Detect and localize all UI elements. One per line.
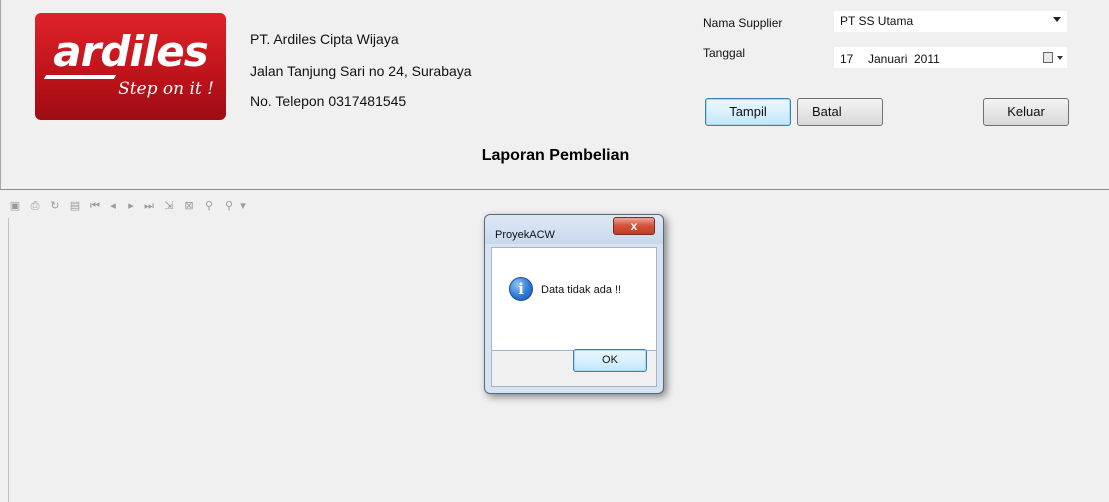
message-dialog: ProyekACW x i Data tidak ada !! OK [484,214,664,394]
zoom-dropdown-icon[interactable]: ▾ [236,199,250,213]
chevron-down-icon[interactable] [1053,17,1061,22]
dialog-title: ProyekACW [495,229,555,241]
logo-brand-text: ardiles [53,27,208,76]
ok-button[interactable]: OK [573,349,647,372]
dialog-message: Data tidak ada !! [541,284,622,296]
logo-swoosh [43,75,117,79]
report-title: Laporan Pembelian [481,147,630,164]
refresh-icon[interactable]: ↻ [48,199,62,213]
tampil-button[interactable]: Tampil [705,98,791,126]
last-page-icon[interactable]: ⏭ [142,199,156,213]
date-day[interactable]: 17 [840,52,853,66]
keluar-button[interactable]: Keluar [983,98,1069,126]
company-phone: No. Telepon 0317481545 [250,93,407,109]
supplier-value: PT SS Utama [840,14,914,28]
date-year[interactable]: 2011 [914,52,940,66]
prev-page-icon[interactable]: ◂ [106,199,120,213]
print-icon[interactable]: ⎙ [28,199,42,213]
supplier-combobox[interactable]: PT SS Utama [833,10,1068,33]
calendar-dropdown-icon[interactable] [1057,56,1063,60]
next-page-icon[interactable]: ▸ [124,199,138,213]
calendar-icon[interactable] [1043,52,1053,63]
zoom-icon[interactable]: ⚲ [222,199,236,213]
company-name: PT. Ardiles Cipta Wijaya [250,31,399,47]
date-picker[interactable]: 17 Januari 2011 [833,46,1068,69]
report-header-panel: ardiles Step on it ! PT. Ardiles Cipta W… [0,0,1109,190]
dialog-titlebar[interactable]: ProyekACW x [485,215,663,244]
company-address: Jalan Tanjung Sari no 24, Surabaya [250,63,472,79]
ardiles-logo: ardiles Step on it ! [35,13,226,120]
supplier-label: Nama Supplier [703,16,783,30]
logo-tagline: Step on it ! [118,79,214,99]
goto-page-icon[interactable]: ⇲ [162,199,176,213]
close-icon[interactable]: x [613,217,655,235]
export-icon[interactable]: ▣ [8,199,22,213]
search-icon[interactable]: ⚲ [202,199,216,213]
batal-button[interactable]: Batal [797,98,883,126]
tanggal-label: Tanggal [703,46,746,60]
date-month[interactable]: Januari [868,52,907,66]
group-tree-icon[interactable]: ▤ [68,199,82,213]
first-page-icon[interactable]: ⏮ [88,199,102,213]
header-divider [0,189,1109,190]
stop-icon[interactable]: ⊠ [182,199,196,213]
info-icon: i [509,277,533,301]
